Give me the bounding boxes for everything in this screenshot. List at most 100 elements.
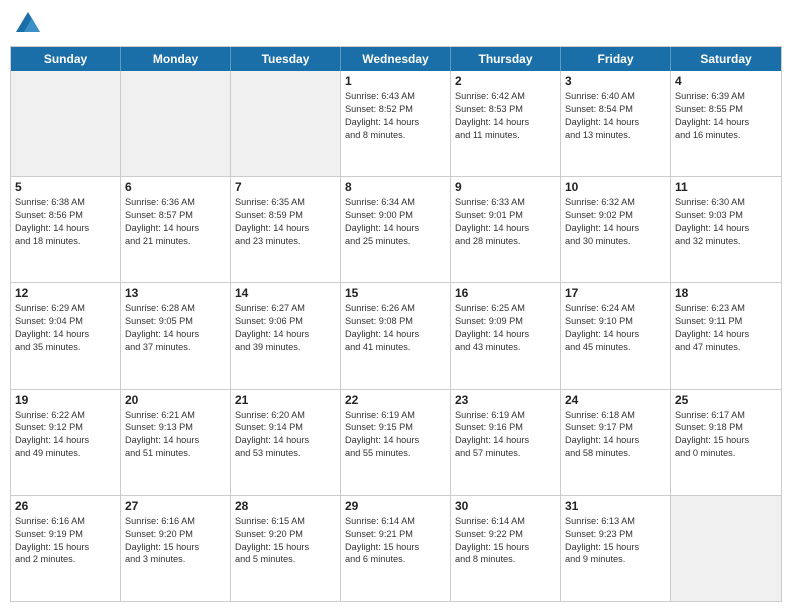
calendar-cell (671, 496, 781, 601)
cell-line: and 30 minutes. (565, 235, 666, 248)
cell-line: Daylight: 15 hours (235, 541, 336, 554)
cell-line: Sunrise: 6:14 AM (345, 515, 446, 528)
cell-line: Sunset: 9:03 PM (675, 209, 777, 222)
cell-line: Sunset: 8:55 PM (675, 103, 777, 116)
cell-line: Sunset: 9:19 PM (15, 528, 116, 541)
cell-line: Daylight: 15 hours (565, 541, 666, 554)
cell-line: Daylight: 15 hours (675, 434, 777, 447)
calendar-cell: 10Sunrise: 6:32 AMSunset: 9:02 PMDayligh… (561, 177, 671, 282)
cell-line: Sunset: 9:21 PM (345, 528, 446, 541)
cell-line: and 16 minutes. (675, 129, 777, 142)
calendar-body: 1Sunrise: 6:43 AMSunset: 8:52 PMDaylight… (11, 71, 781, 601)
calendar-cell: 16Sunrise: 6:25 AMSunset: 9:09 PMDayligh… (451, 283, 561, 388)
cell-line: Sunset: 9:06 PM (235, 315, 336, 328)
cell-line: Sunset: 8:54 PM (565, 103, 666, 116)
day-number: 18 (675, 286, 777, 300)
calendar-cell: 6Sunrise: 6:36 AMSunset: 8:57 PMDaylight… (121, 177, 231, 282)
cell-line: Sunset: 9:23 PM (565, 528, 666, 541)
day-number: 7 (235, 180, 336, 194)
day-number: 4 (675, 74, 777, 88)
calendar-cell: 23Sunrise: 6:19 AMSunset: 9:16 PMDayligh… (451, 390, 561, 495)
cell-line: and 8 minutes. (345, 129, 446, 142)
cell-line: Daylight: 14 hours (455, 434, 556, 447)
cell-line: Sunset: 9:00 PM (345, 209, 446, 222)
calendar-cell: 28Sunrise: 6:15 AMSunset: 9:20 PMDayligh… (231, 496, 341, 601)
cell-line: Daylight: 14 hours (15, 328, 116, 341)
day-number: 3 (565, 74, 666, 88)
calendar-cell: 5Sunrise: 6:38 AMSunset: 8:56 PMDaylight… (11, 177, 121, 282)
calendar-row: 1Sunrise: 6:43 AMSunset: 8:52 PMDaylight… (11, 71, 781, 177)
cell-line: and 28 minutes. (455, 235, 556, 248)
cell-line: and 3 minutes. (125, 553, 226, 566)
calendar-header-cell: Monday (121, 47, 231, 71)
day-number: 25 (675, 393, 777, 407)
cell-line: and 8 minutes. (455, 553, 556, 566)
logo (14, 10, 46, 38)
cell-line: Sunrise: 6:24 AM (565, 302, 666, 315)
calendar-cell: 4Sunrise: 6:39 AMSunset: 8:55 PMDaylight… (671, 71, 781, 176)
cell-line: Sunrise: 6:34 AM (345, 196, 446, 209)
calendar-header-cell: Wednesday (341, 47, 451, 71)
calendar-cell: 20Sunrise: 6:21 AMSunset: 9:13 PMDayligh… (121, 390, 231, 495)
calendar-cell (231, 71, 341, 176)
cell-line: Sunset: 9:10 PM (565, 315, 666, 328)
logo-icon (14, 10, 42, 38)
day-number: 19 (15, 393, 116, 407)
cell-line: Sunset: 9:01 PM (455, 209, 556, 222)
day-number: 13 (125, 286, 226, 300)
cell-line: Sunrise: 6:18 AM (565, 409, 666, 422)
cell-line: and 55 minutes. (345, 447, 446, 460)
cell-line: Daylight: 14 hours (345, 434, 446, 447)
calendar-cell: 12Sunrise: 6:29 AMSunset: 9:04 PMDayligh… (11, 283, 121, 388)
calendar-cell: 22 Sunrise: 6:19 AMSunset: 9:15 PMDayligh… (341, 390, 451, 495)
day-number: 9 (455, 180, 556, 194)
day-number: 20 (125, 393, 226, 407)
calendar-cell: 2Sunrise: 6:42 AMSunset: 8:53 PMDaylight… (451, 71, 561, 176)
cell-line: Daylight: 14 hours (125, 328, 226, 341)
calendar-cell: 26Sunrise: 6:16 AMSunset: 9:19 PMDayligh… (11, 496, 121, 601)
cell-line: and 5 minutes. (235, 553, 336, 566)
cell-line: Sunset: 9:14 PM (235, 421, 336, 434)
cell-line: Sunrise: 6:19 AM (455, 409, 556, 422)
cell-line: Sunset: 9:05 PM (125, 315, 226, 328)
calendar-cell: 11Sunrise: 6:30 AMSunset: 9:03 PMDayligh… (671, 177, 781, 282)
cell-line: Sunrise: 6:23 AM (675, 302, 777, 315)
cell-line: Sunrise: 6:35 AM (235, 196, 336, 209)
day-number: 1 (345, 74, 446, 88)
cell-line: Sunrise: 6:25 AM (455, 302, 556, 315)
calendar-cell: 24Sunrise: 6:18 AMSunset: 9:17 PMDayligh… (561, 390, 671, 495)
cell-line: Sunrise: 6:26 AM (345, 302, 446, 315)
cell-line: Sunset: 9:15 PM (345, 421, 446, 434)
cell-line: and 35 minutes. (15, 341, 116, 354)
cell-line: Daylight: 15 hours (125, 541, 226, 554)
cell-line: Daylight: 14 hours (455, 328, 556, 341)
cell-line: Sunrise: 6:19 AM (345, 409, 446, 422)
calendar-header: SundayMondayTuesdayWednesdayThursdayFrid… (11, 47, 781, 71)
calendar-header-cell: Friday (561, 47, 671, 71)
cell-line: Sunset: 9:11 PM (675, 315, 777, 328)
cell-line: and 41 minutes. (345, 341, 446, 354)
day-number: 30 (455, 499, 556, 513)
cell-line: Sunrise: 6:13 AM (565, 515, 666, 528)
cell-line: Daylight: 14 hours (345, 116, 446, 129)
calendar-cell: 25Sunrise: 6:17 AMSunset: 9:18 PMDayligh… (671, 390, 781, 495)
cell-line: Sunset: 8:57 PM (125, 209, 226, 222)
calendar-cell: 15Sunrise: 6:26 AMSunset: 9:08 PMDayligh… (341, 283, 451, 388)
cell-line: Sunset: 9:08 PM (345, 315, 446, 328)
cell-line: Daylight: 14 hours (565, 222, 666, 235)
cell-line: Sunset: 8:52 PM (345, 103, 446, 116)
cell-line: and 25 minutes. (345, 235, 446, 248)
calendar: SundayMondayTuesdayWednesdayThursdayFrid… (10, 46, 782, 602)
cell-line: Daylight: 14 hours (235, 328, 336, 341)
calendar-header-cell: Saturday (671, 47, 781, 71)
cell-line: Sunset: 9:16 PM (455, 421, 556, 434)
cell-line: Sunset: 9:22 PM (455, 528, 556, 541)
cell-line: Sunrise: 6:43 AM (345, 90, 446, 103)
cell-line: Daylight: 14 hours (235, 222, 336, 235)
cell-line: Sunrise: 6:14 AM (455, 515, 556, 528)
cell-line: Daylight: 14 hours (675, 328, 777, 341)
cell-line: and 23 minutes. (235, 235, 336, 248)
day-number: 22 (345, 393, 446, 407)
cell-line: Sunrise: 6:38 AM (15, 196, 116, 209)
cell-line: Daylight: 14 hours (455, 116, 556, 129)
